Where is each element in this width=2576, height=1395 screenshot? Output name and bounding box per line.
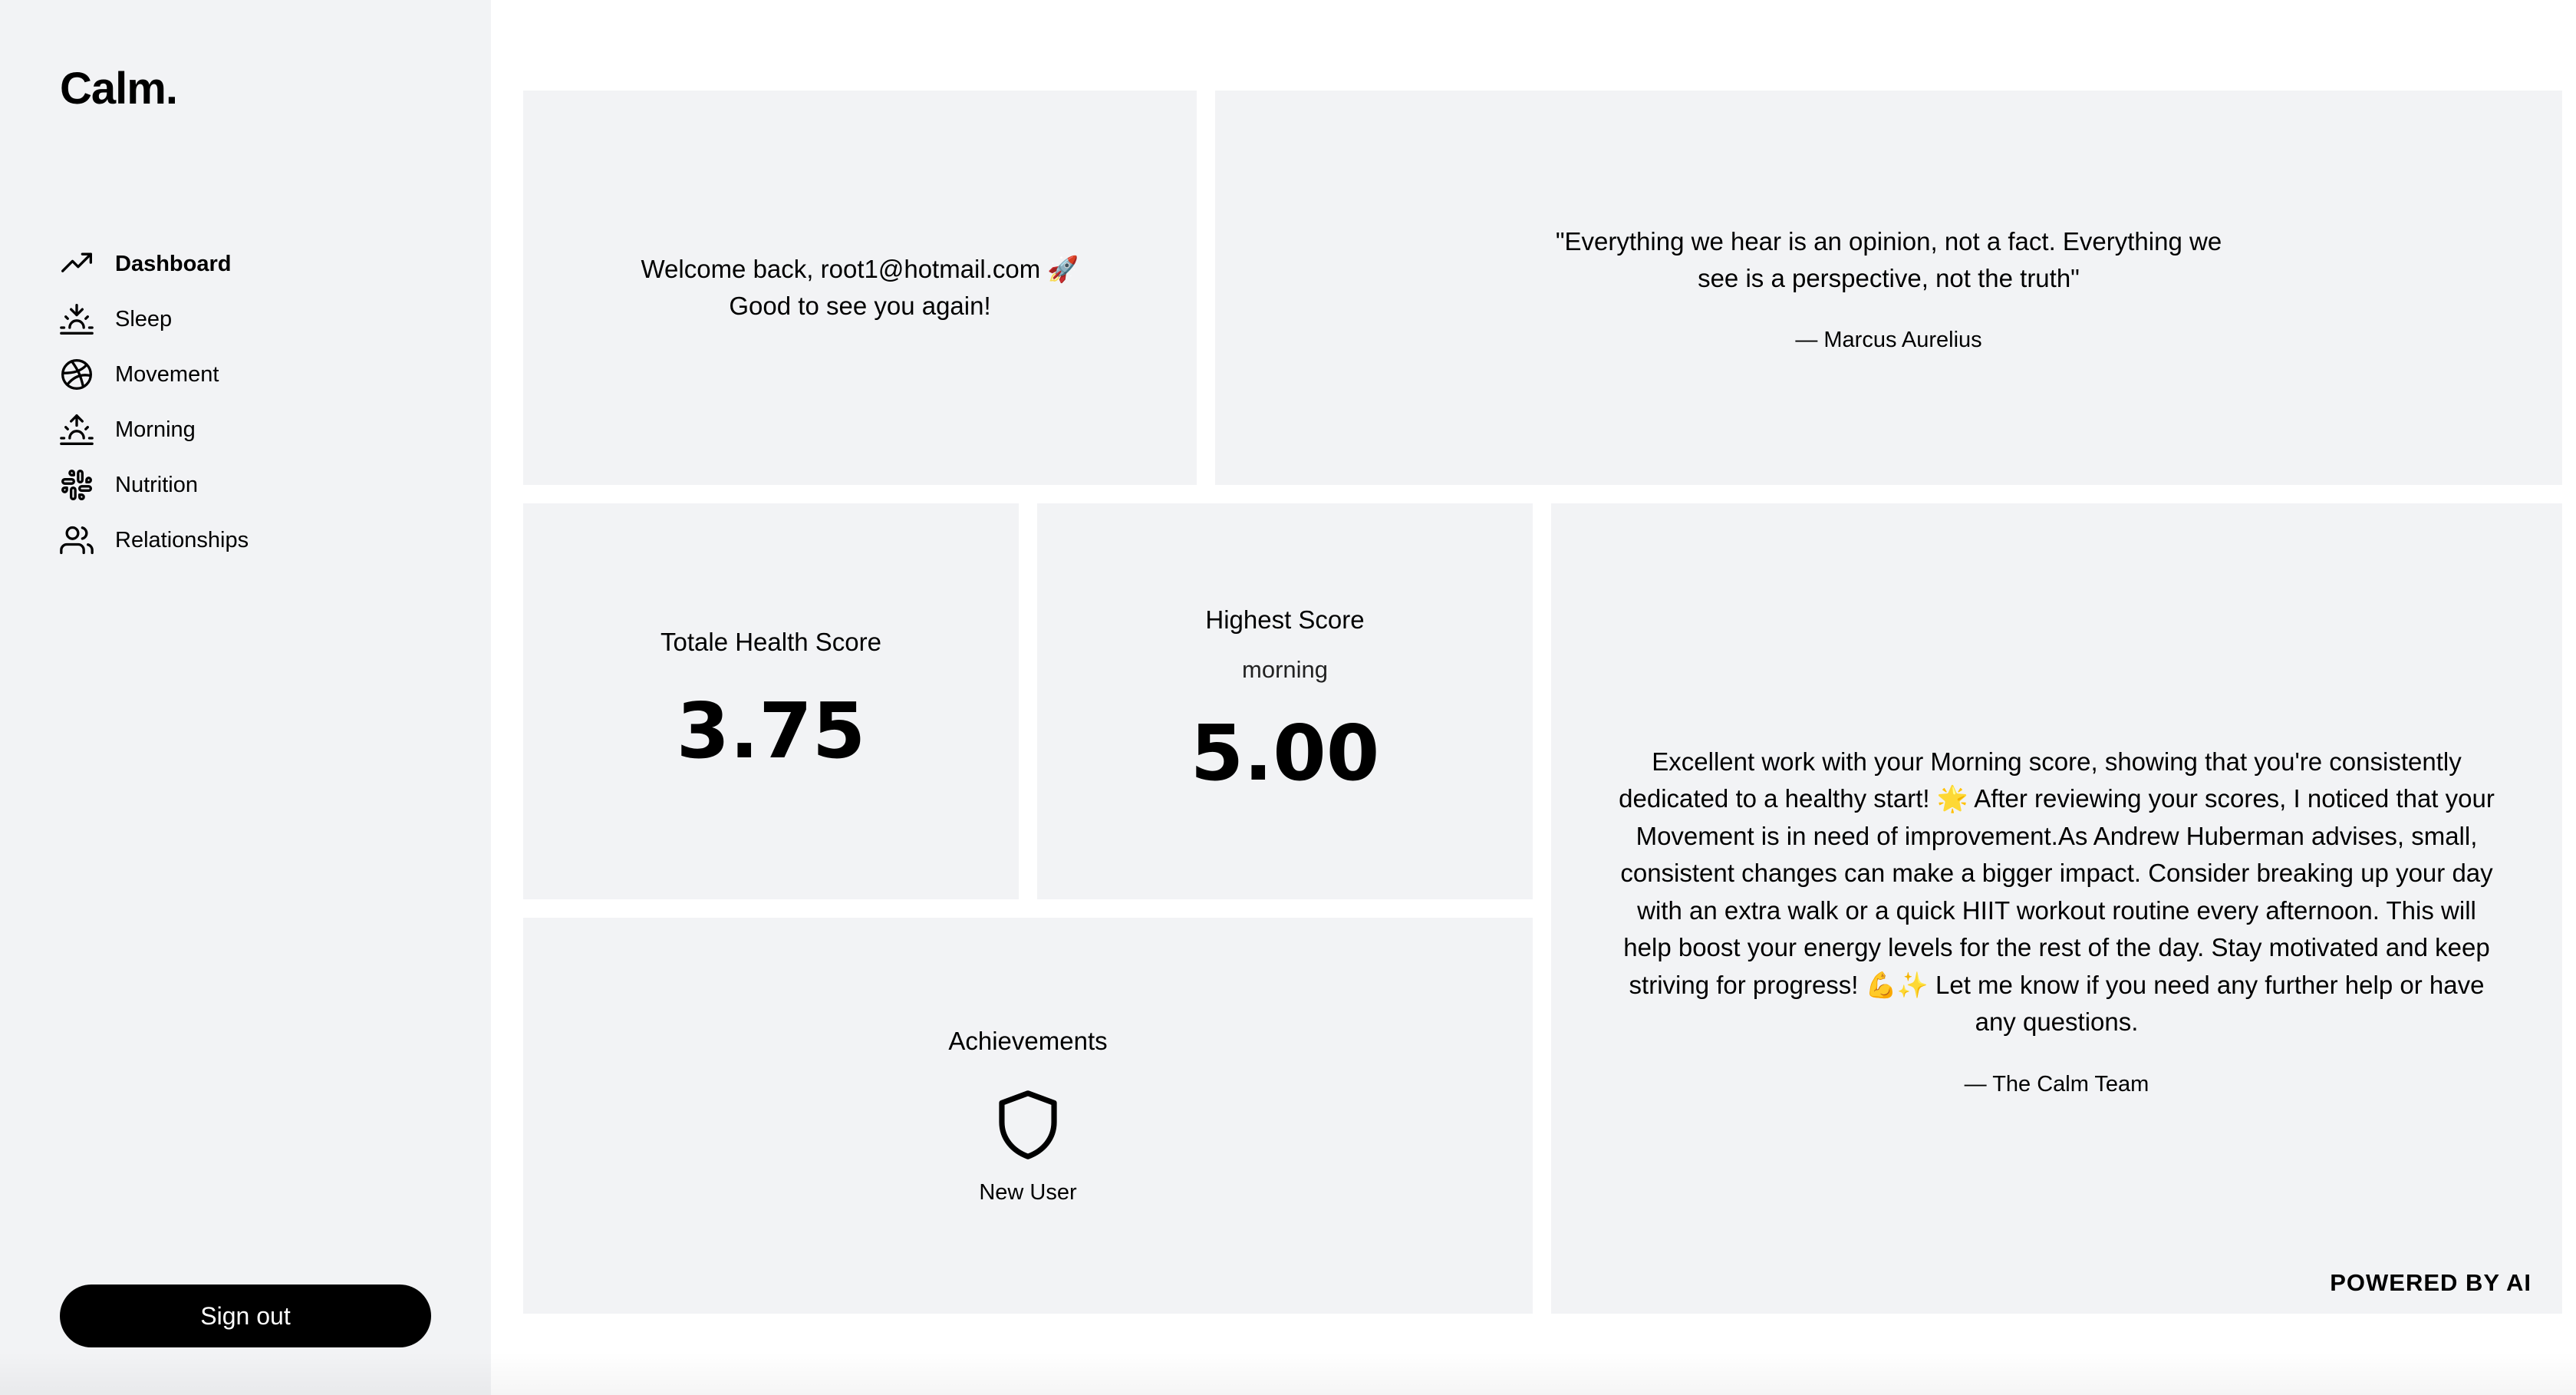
basketball-icon — [60, 358, 94, 391]
sign-out-button[interactable]: Sign out — [60, 1285, 431, 1347]
total-score-value: 3.75 — [676, 685, 866, 776]
sidebar-item-label: Movement — [115, 361, 219, 387]
achievements-card: Achievements New User — [523, 918, 1533, 1314]
ai-feedback-card: Excellent work with your Morning score, … — [1551, 503, 2562, 1314]
sidebar-item-morning[interactable]: Morning — [60, 402, 249, 457]
powered-by-ai-label: POWERED BY AI — [2330, 1269, 2532, 1296]
welcome-card: Welcome back, root1@hotmail.com 🚀 Good t… — [523, 91, 1197, 485]
highest-score-category: morning — [1242, 655, 1328, 683]
sidebar-item-label: Nutrition — [115, 472, 198, 497]
highest-score-card: Highest Score morning 5.00 — [1037, 503, 1533, 899]
highest-score-value: 5.00 — [1190, 707, 1380, 798]
achievements-title: Achievements — [948, 1026, 1108, 1055]
welcome-subline: Good to see you again! — [729, 292, 991, 320]
users-icon — [60, 523, 94, 557]
ai-feedback-text: Excellent work with your Morning score, … — [1619, 747, 2495, 1037]
total-score-title: Totale Health Score — [660, 627, 881, 656]
sidebar-item-movement[interactable]: Movement — [60, 347, 249, 402]
shield-icon — [995, 1088, 1061, 1162]
quote-text: "Everything we hear is an opinion, not a… — [1555, 226, 2222, 292]
sidebar-item-label: Morning — [115, 417, 196, 442]
app-root: Calm. Dashboard Sleep Movement Morning N… — [0, 0, 2576, 1395]
app-logo[interactable]: Calm. — [60, 63, 178, 114]
sidebar-item-label: Relationships — [115, 527, 249, 552]
slack-icon — [60, 468, 94, 502]
sidebar: Calm. Dashboard Sleep Movement Morning N… — [0, 0, 491, 1395]
welcome-line: Welcome back, root1@hotmail.com 🚀 — [641, 255, 1079, 283]
quote-author: — Marcus Aurelius — [1795, 327, 1982, 352]
total-health-score-card: Totale Health Score 3.75 — [523, 503, 1019, 899]
sidebar-item-label: Sleep — [115, 306, 173, 331]
sidebar-item-relationships[interactable]: Relationships — [60, 513, 249, 568]
quote-card: "Everything we hear is an opinion, not a… — [1215, 91, 2562, 485]
sunset-icon — [60, 302, 94, 336]
ai-feedback-author: — The Calm Team — [1964, 1071, 2149, 1097]
sidebar-nav: Dashboard Sleep Movement Morning Nutriti… — [60, 236, 249, 568]
sunrise-icon — [60, 413, 94, 447]
highest-score-title: Highest Score — [1205, 605, 1365, 634]
achievement-badge-label: New User — [979, 1179, 1077, 1205]
sidebar-item-label: Dashboard — [115, 251, 232, 276]
trending-up-icon — [60, 247, 94, 281]
sidebar-item-nutrition[interactable]: Nutrition — [60, 457, 249, 513]
sidebar-item-dashboard[interactable]: Dashboard — [60, 236, 249, 292]
sidebar-item-sleep[interactable]: Sleep — [60, 292, 249, 347]
